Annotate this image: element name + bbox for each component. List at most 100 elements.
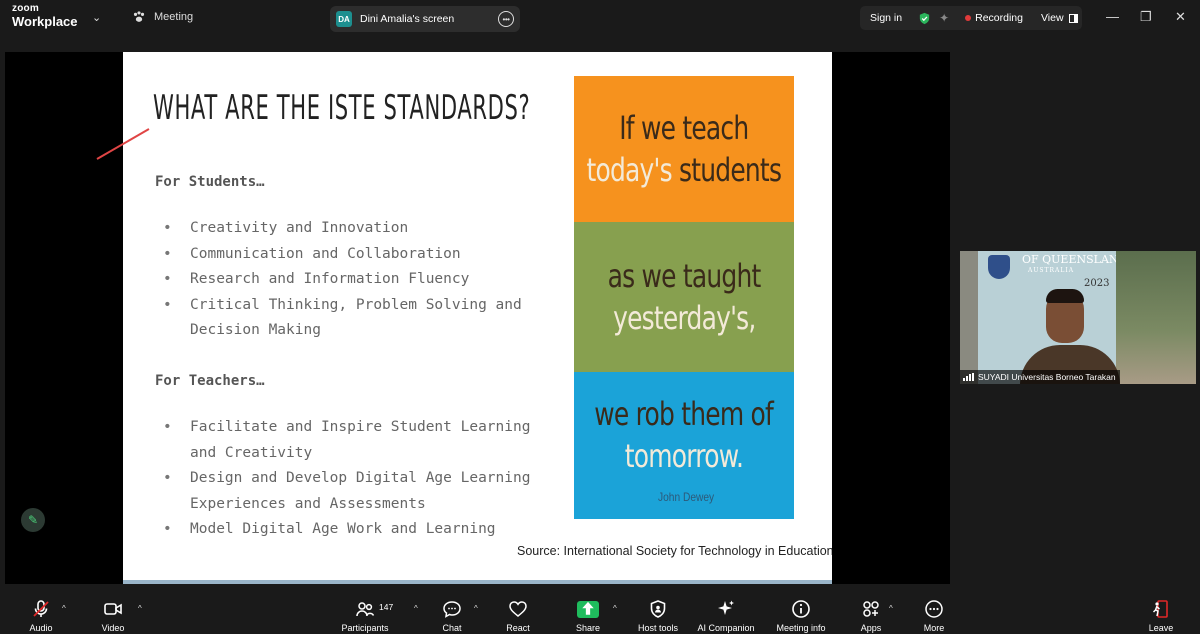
- host-tools-label: Host tools: [637, 623, 679, 633]
- apps-button[interactable]: Apps: [836, 598, 906, 633]
- list-item: Critical Thinking, Problem Solving and: [163, 293, 522, 319]
- participant-video[interactable]: OF QUEENSLAN AUSTRALIA 2023 SUYADI Unive…: [960, 251, 1196, 384]
- poster-author: John Dewey: [658, 490, 715, 504]
- list-item-continuation: Experiences and Assessments: [190, 495, 426, 512]
- teachers-heading: For Teachers…: [155, 373, 265, 389]
- list-item-continuation: Decision Making: [190, 322, 321, 338]
- ai-companion-button[interactable]: AI Companion: [691, 598, 761, 633]
- poster-line-3: as we taught: [607, 257, 762, 295]
- meeting-info-button[interactable]: Meeting info: [766, 598, 836, 633]
- apps-options-caret[interactable]: ^: [889, 604, 893, 613]
- banner-text: OF QUEENSLAN: [1022, 253, 1119, 266]
- list-item: Model Digital Age Work and Learning: [163, 517, 530, 543]
- pencil-icon[interactable]: ✎: [21, 508, 45, 532]
- poster-band-orange: If we teach today's students: [574, 76, 794, 222]
- banner-year: 2023: [1084, 278, 1110, 289]
- signal-icon: [963, 373, 974, 381]
- video-trees: [1116, 251, 1196, 384]
- chevron-down-icon[interactable]: ⌄: [92, 11, 101, 24]
- list-item: Design and Develop Digital Age Learning: [163, 466, 530, 492]
- presentation-slide: WHAT ARE THE ISTE STANDARDS? For Student…: [123, 52, 832, 584]
- chat-icon: [442, 598, 462, 620]
- recording-dot: [965, 15, 972, 21]
- poster-line-2a: today's: [586, 151, 673, 189]
- heart-icon: [508, 598, 528, 620]
- paw-icon: [132, 10, 146, 24]
- students-list: Creativity and Innovation Communication …: [163, 216, 522, 344]
- share-label: Share: [575, 623, 601, 633]
- poster-line-5: we rob them of: [594, 394, 775, 433]
- ai-companion-label: AI Companion: [697, 623, 755, 633]
- video-label: Video: [101, 623, 125, 633]
- more-label: More: [923, 623, 945, 633]
- minimize-icon[interactable]: —: [1106, 9, 1119, 24]
- meeting-info-label: Meeting info: [776, 623, 826, 633]
- chat-options-caret[interactable]: ^: [474, 604, 478, 613]
- video-options-caret[interactable]: ^: [138, 604, 142, 613]
- participant-name-tag: SUYADI Universitas Borneo Tarakan: [960, 370, 1120, 384]
- list-item: Communication and Collaboration: [163, 242, 522, 268]
- screen-share-label: Dini Amalia's screen: [360, 13, 455, 25]
- list-item-continuation: and Creativity: [190, 444, 313, 461]
- more-dots-icon: [924, 598, 944, 620]
- title-bar: zoom Workplace ⌄ Meeting DA Dini Amalia'…: [0, 0, 1200, 36]
- participants-label: Participants: [341, 623, 389, 633]
- participant-name: SUYADI Universitas Borneo Tarakan: [978, 372, 1116, 382]
- react-button[interactable]: React: [483, 598, 553, 633]
- share-options-caret[interactable]: ^: [613, 604, 617, 613]
- poster-line-4: yesterday's,: [612, 299, 756, 337]
- poster-line-6: tomorrow.: [624, 436, 744, 475]
- meeting-tab[interactable]: Meeting: [132, 10, 193, 24]
- leave-label: Leave: [1148, 623, 1174, 633]
- camera-icon: [103, 598, 123, 620]
- view-icon[interactable]: [1068, 13, 1078, 23]
- zoom-logo: zoom Workplace: [12, 3, 78, 29]
- quote-poster: If we teach today's students as we taugh…: [574, 76, 794, 519]
- ai-sparkle-icon: [716, 598, 736, 620]
- slide-source: Source: International Society for Techno…: [517, 544, 832, 558]
- teachers-list: Facilitate and Inspire Student Learning …: [163, 415, 530, 543]
- screen-share-tab[interactable]: DA Dini Amalia's screen •••: [330, 6, 520, 32]
- info-icon: [791, 598, 811, 620]
- participant-hair: [1046, 289, 1084, 303]
- list-item: Creativity and Innovation: [163, 216, 522, 242]
- crest-logo: [988, 255, 1010, 279]
- students-heading: For Students…: [155, 174, 265, 190]
- sign-in-button[interactable]: Sign in: [870, 12, 902, 24]
- audio-options-caret[interactable]: ^: [62, 604, 66, 613]
- sharer-avatar: DA: [336, 11, 352, 27]
- share-arrow-icon: [577, 598, 599, 620]
- leave-icon: [1151, 598, 1171, 620]
- participants-count: 147: [379, 602, 394, 612]
- apps-label: Apps: [860, 623, 882, 633]
- shield-icon: [648, 598, 668, 620]
- more-icon[interactable]: •••: [498, 11, 514, 27]
- slide-footer-bar: [123, 580, 832, 584]
- view-button[interactable]: View: [1041, 12, 1064, 24]
- poster-line-2b: students: [672, 151, 782, 189]
- recording-label[interactable]: Recording: [975, 12, 1023, 24]
- chat-label: Chat: [442, 623, 462, 633]
- meeting-tab-label: Meeting: [154, 11, 194, 23]
- status-group: Sign in ✦ Recording View: [860, 6, 1082, 30]
- shared-screen: WHAT ARE THE ISTE STANDARDS? For Student…: [5, 52, 950, 584]
- poster-band-green: as we taught yesterday's,: [574, 222, 794, 372]
- leave-button[interactable]: Leave: [1126, 598, 1196, 633]
- participants-icon: [355, 598, 375, 620]
- logo-line-1: zoom: [12, 3, 39, 14]
- host-tools-button[interactable]: Host tools: [623, 598, 693, 633]
- sparkle-icon[interactable]: ✦: [939, 12, 951, 24]
- react-label: React: [506, 623, 530, 633]
- logo-line-2: Workplace: [12, 14, 78, 29]
- list-item: Research and Information Fluency: [163, 267, 522, 293]
- audio-label: Audio: [29, 623, 53, 633]
- slide-title: WHAT ARE THE ISTE STANDARDS?: [153, 88, 531, 128]
- meeting-toolbar: Audio ^ Video ^ Participants 147 ^ Chat …: [0, 594, 1200, 634]
- more-button[interactable]: More: [899, 598, 969, 633]
- restore-icon[interactable]: ❐: [1140, 9, 1152, 25]
- poster-line-1: If we teach: [619, 109, 749, 147]
- shield-check-icon[interactable]: [918, 12, 931, 25]
- apps-icon: [861, 598, 881, 620]
- close-icon[interactable]: ✕: [1175, 9, 1186, 25]
- mic-muted-icon: [31, 598, 51, 620]
